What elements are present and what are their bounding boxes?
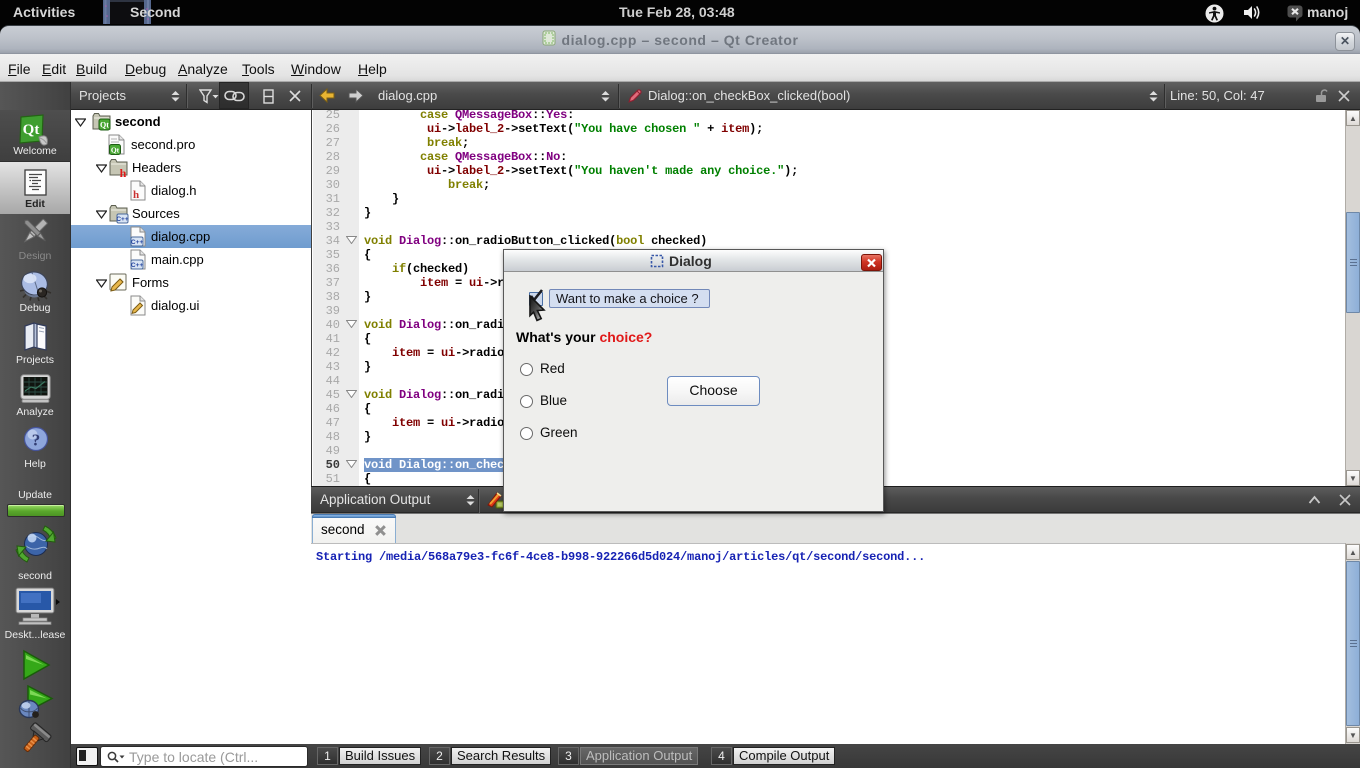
svg-text:Qt: Qt xyxy=(23,122,40,138)
svg-text:Qt: Qt xyxy=(100,121,109,130)
svg-text:h: h xyxy=(120,166,127,178)
svg-text:h: h xyxy=(133,189,139,201)
svg-text:Qt: Qt xyxy=(111,146,120,155)
svg-text:C++: C++ xyxy=(131,262,143,269)
svg-text:C++: C++ xyxy=(116,216,128,223)
svg-text:?: ? xyxy=(32,431,41,450)
svg-text:C++: C++ xyxy=(131,239,143,246)
